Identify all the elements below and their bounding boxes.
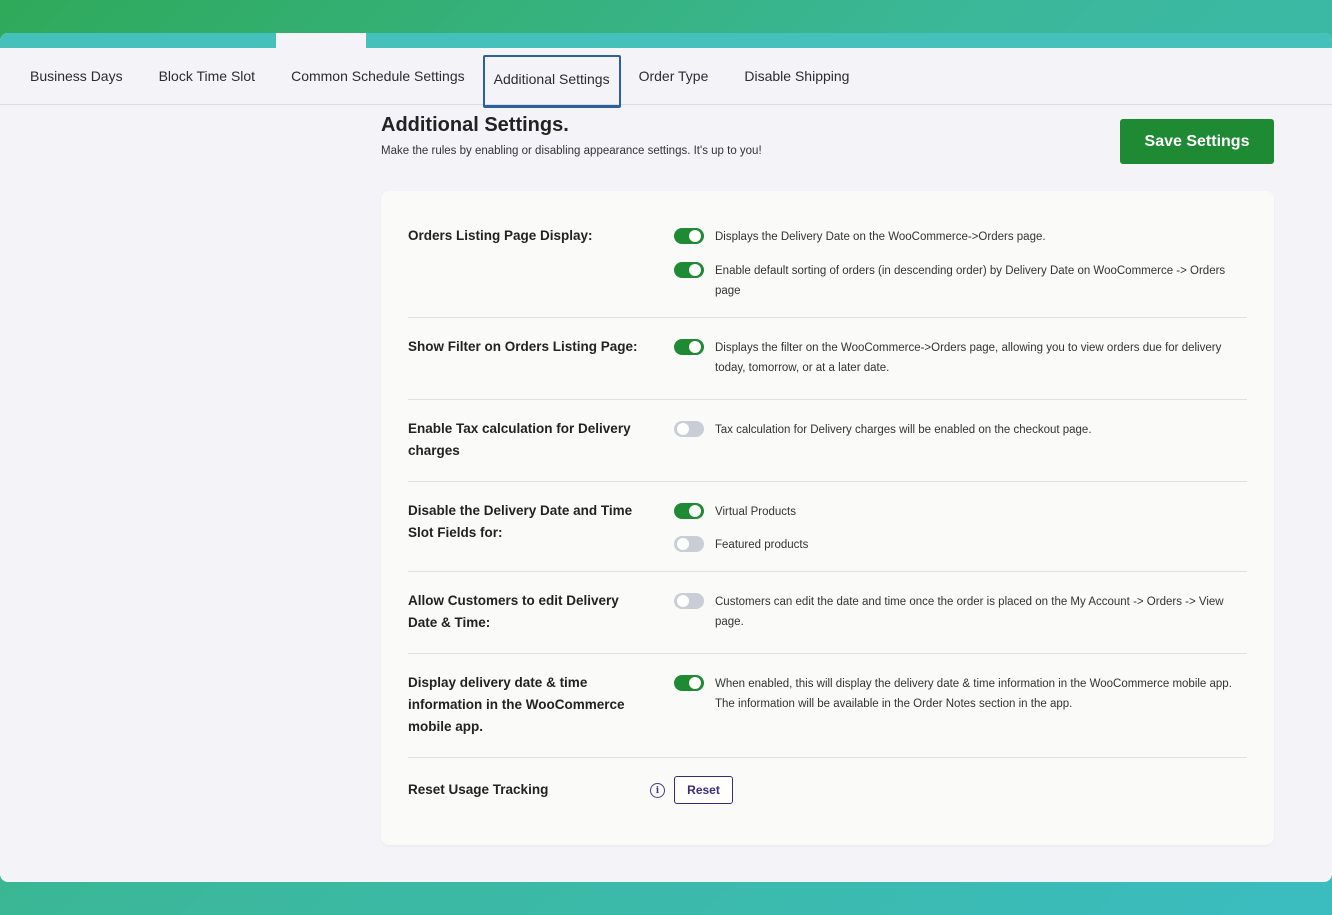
tab-common-schedule-settings[interactable]: Common Schedule Settings bbox=[273, 48, 483, 104]
toggle-switch[interactable] bbox=[674, 593, 704, 609]
tab-business-days[interactable]: Business Days bbox=[12, 48, 141, 104]
setting-label: Reset Usage Tracking bbox=[408, 782, 549, 797]
setting-label: Disable the Delivery Date and Time Slot … bbox=[408, 503, 633, 540]
setting-row-customer-edit: Allow Customers to edit Delivery Date & … bbox=[408, 572, 1247, 654]
settings-tabs: Business Days Block Time Slot Common Sch… bbox=[0, 48, 1332, 108]
setting-option-text: Displays the filter on the WooCommerce->… bbox=[715, 342, 1222, 374]
page-header: Additional Settings. Make the rules by e… bbox=[381, 114, 1274, 164]
window-top-notch bbox=[276, 33, 366, 48]
setting-label: Show Filter on Orders Listing Page: bbox=[408, 339, 638, 354]
setting-option-text: Customers can edit the date and time onc… bbox=[715, 596, 1224, 628]
toggle-switch[interactable] bbox=[674, 536, 704, 552]
setting-label: Enable Tax calculation for Delivery char… bbox=[408, 421, 631, 458]
setting-option-text: Featured products bbox=[715, 539, 809, 551]
setting-row-tax-calculation: Enable Tax calculation for Delivery char… bbox=[408, 400, 1247, 482]
setting-row-orders-listing-display: Orders Listing Page Display: Displays th… bbox=[408, 191, 1247, 318]
toggle-switch[interactable] bbox=[674, 421, 704, 437]
toggle-switch[interactable] bbox=[674, 503, 704, 519]
tab-order-type[interactable]: Order Type bbox=[621, 48, 727, 104]
toggle-switch[interactable] bbox=[674, 262, 704, 278]
tab-block-time-slot[interactable]: Block Time Slot bbox=[141, 48, 273, 104]
setting-option-text: Virtual Products bbox=[715, 506, 796, 518]
setting-row-reset-tracking: Reset Usage Tracking i Reset bbox=[408, 758, 1247, 828]
setting-row-mobile-app: Display delivery date & time information… bbox=[408, 654, 1247, 758]
setting-label: Allow Customers to edit Delivery Date & … bbox=[408, 593, 619, 630]
setting-option-text: When enabled, this will display the deli… bbox=[715, 678, 1232, 710]
setting-label: Orders Listing Page Display: bbox=[408, 228, 593, 243]
toggle-switch[interactable] bbox=[674, 675, 704, 691]
setting-row-disable-fields: Disable the Delivery Date and Time Slot … bbox=[408, 482, 1247, 572]
info-icon[interactable]: i bbox=[650, 783, 665, 798]
window-top-bar bbox=[0, 33, 1332, 48]
save-settings-button[interactable]: Save Settings bbox=[1120, 119, 1274, 164]
setting-option-text: Tax calculation for Delivery charges wil… bbox=[715, 424, 1092, 436]
setting-option-text: Enable default sorting of orders (in des… bbox=[715, 265, 1226, 297]
tab-disable-shipping[interactable]: Disable Shipping bbox=[726, 48, 867, 104]
setting-label: Display delivery date & time information… bbox=[408, 675, 625, 734]
settings-card: Orders Listing Page Display: Displays th… bbox=[381, 191, 1274, 845]
tab-additional-settings[interactable]: Additional Settings bbox=[482, 55, 621, 108]
toggle-switch[interactable] bbox=[674, 228, 704, 244]
setting-option-text: Displays the Delivery Date on the WooCom… bbox=[715, 231, 1046, 243]
reset-button[interactable]: Reset bbox=[674, 776, 733, 804]
setting-row-show-filter: Show Filter on Orders Listing Page: Disp… bbox=[408, 318, 1247, 400]
toggle-switch[interactable] bbox=[674, 339, 704, 355]
